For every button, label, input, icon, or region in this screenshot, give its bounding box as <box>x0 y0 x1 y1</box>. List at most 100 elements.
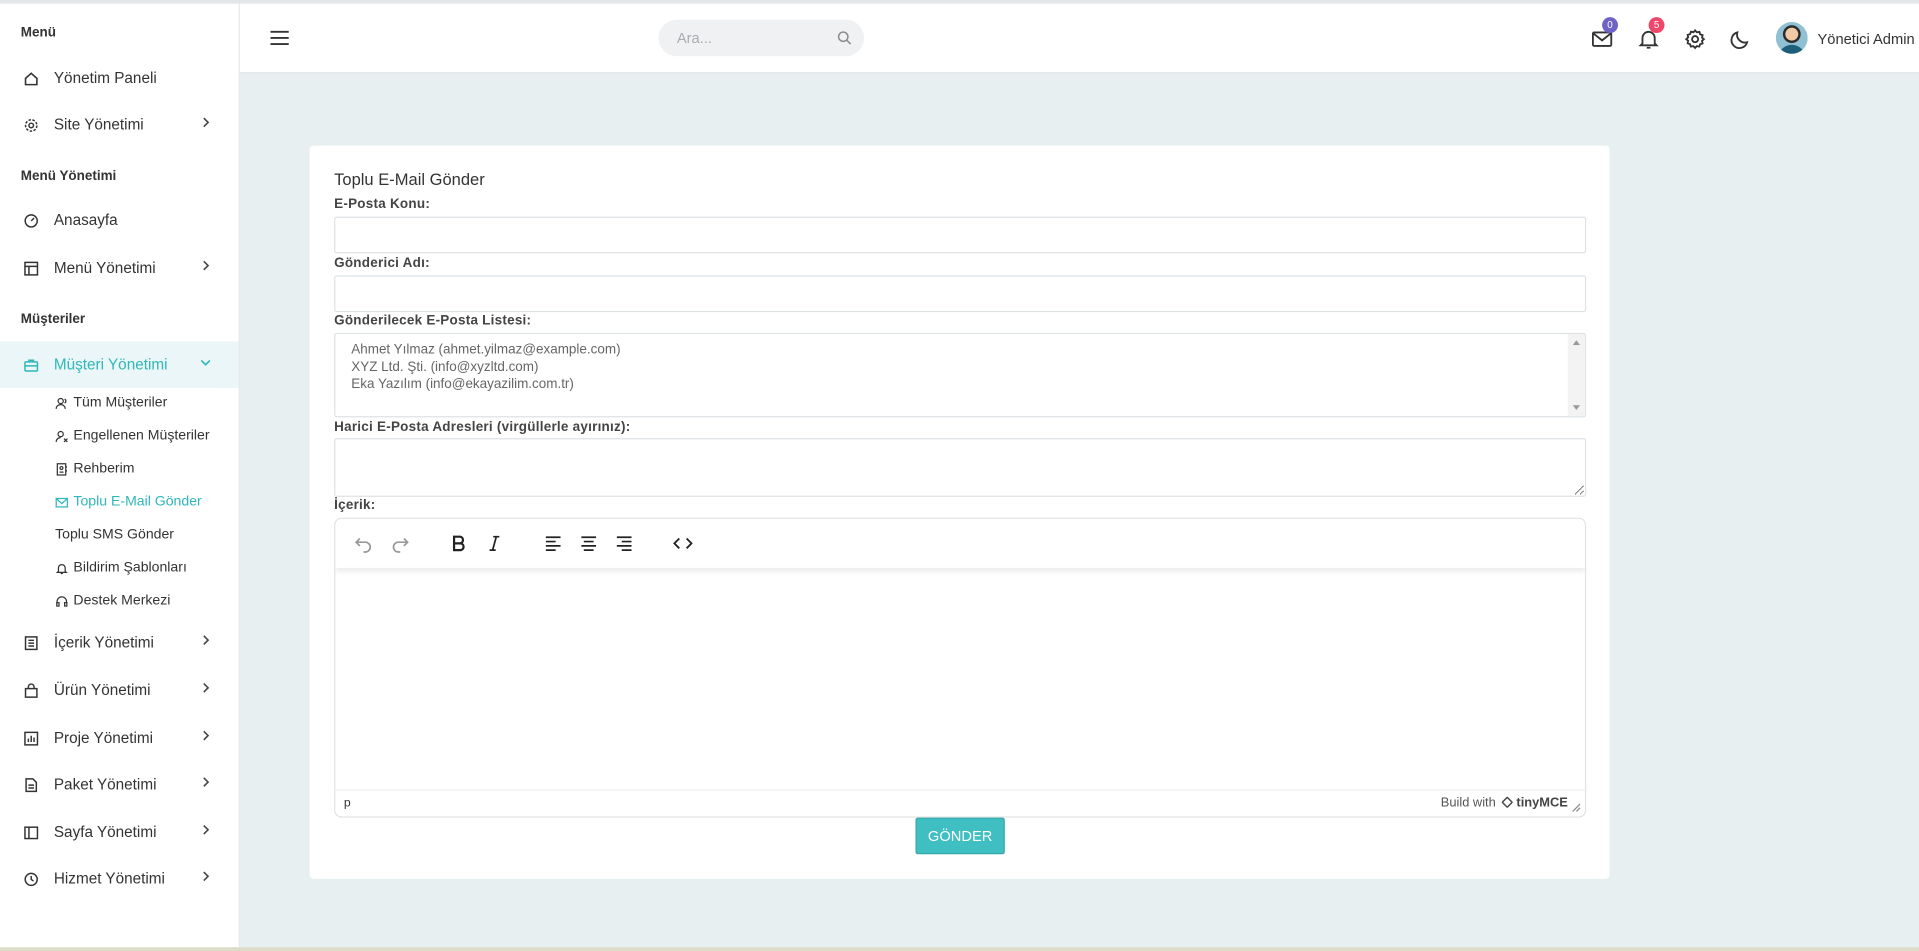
user-x-icon <box>55 429 68 442</box>
subitem-destek-merkezi[interactable]: Destek Merkezi <box>55 589 170 613</box>
sidebar-item-label: Yönetim Paneli <box>53 69 157 87</box>
subitem-toplu-email-gonder[interactable]: Toplu E-Mail Gönder <box>55 490 202 514</box>
bar-chart-icon <box>22 729 39 746</box>
subitem-label: Tüm Müşteriler <box>73 395 168 411</box>
send-button[interactable]: GÖNDER <box>915 817 1005 855</box>
bulk-email-card: Toplu E-Mail Gönder E-Posta Konu: Gönder… <box>309 145 1610 879</box>
notification-count-badge: 5 <box>1648 17 1665 34</box>
gear-icon[interactable] <box>1684 28 1706 50</box>
gear-icon <box>22 116 39 133</box>
app-stage: Menü Yönetim Paneli Site Yönetimi Menü Y… <box>0 0 1919 951</box>
subitem-rehberim[interactable]: Rehberim <box>55 457 134 481</box>
top-header: 0 5 Yönetici Admin <box>239 3 1919 74</box>
external-emails-textarea[interactable] <box>334 438 1587 497</box>
subitem-engellenen-musteriler[interactable]: Engellenen Müşteriler <box>55 423 210 447</box>
redo-icon[interactable] <box>389 532 411 554</box>
sidebar-section-menu-yonetimi: Menü Yönetimi <box>20 168 117 184</box>
layout-icon <box>22 259 39 276</box>
subitem-bildirim-sablonlari[interactable]: Bildirim Şablonları <box>55 556 187 580</box>
sidebar-item-hizmet-yonetimi[interactable]: Hizmet Yönetimi <box>0 856 239 903</box>
align-left-icon[interactable] <box>542 532 564 554</box>
tinymce-logo-icon <box>1501 796 1514 809</box>
sidebar-item-label: İçerik Yönetimi <box>53 633 154 652</box>
subitem-label: Rehberim <box>73 461 135 477</box>
document-list-icon <box>22 634 39 651</box>
chevron-right-icon <box>203 824 210 835</box>
sender-name-label: Gönderici Adı: <box>334 255 430 271</box>
editor-element-path[interactable]: p <box>344 797 351 810</box>
file-icon <box>22 776 39 793</box>
recipient-option[interactable]: Eka Yazılım (info@ekayazilim.com.tr) <box>351 377 574 392</box>
editor-content-area[interactable] <box>335 568 1585 790</box>
scroll-down-arrow-icon[interactable] <box>1572 405 1581 411</box>
list-scrollbar[interactable] <box>1567 334 1585 417</box>
hamburger-menu-icon[interactable] <box>270 29 289 46</box>
avatar[interactable] <box>1775 22 1808 54</box>
recipient-option[interactable]: XYZ Ltd. Şti. (info@xyzltd.com) <box>351 360 538 375</box>
subitem-toplu-sms-gonder[interactable]: Toplu SMS Gönder <box>55 523 174 547</box>
dark-mode-moon-icon[interactable] <box>1729 28 1751 50</box>
sidebar-item-menu-yonetimi[interactable]: Menü Yönetimi <box>0 245 239 292</box>
sidebar-layout-icon <box>22 824 39 841</box>
scroll-up-arrow-icon[interactable] <box>1572 340 1581 346</box>
sidebar-item-paket-yonetimi[interactable]: Paket Yönetimi <box>0 761 239 808</box>
chevron-down-icon <box>200 359 211 366</box>
mail-icon <box>55 495 69 508</box>
sidebar-item-sayfa-yonetimi[interactable]: Sayfa Yönetimi <box>0 809 239 856</box>
subitem-label: Toplu SMS Gönder <box>55 527 175 543</box>
sidebar-item-label: Menü Yönetimi <box>53 259 156 277</box>
sidebar-item-site-yonetimi[interactable]: Site Yönetimi <box>0 102 239 149</box>
user-name[interactable]: Yönetici Admin <box>1817 31 1914 48</box>
chevron-right-icon <box>203 730 210 741</box>
editor-brand-prefix: Build with <box>1440 795 1496 811</box>
search-icon[interactable] <box>837 31 852 46</box>
subitem-label: Engellenen Müşteriler <box>73 428 210 444</box>
briefcase-icon <box>22 356 39 373</box>
undo-icon[interactable] <box>352 532 374 554</box>
subject-input[interactable] <box>334 216 1587 254</box>
search-input[interactable] <box>658 19 865 57</box>
sidebar-item-icerik-yonetimi[interactable]: İçerik Yönetimi <box>0 619 239 666</box>
mail-count-badge: 0 <box>1602 17 1618 34</box>
sidebar-item-musteri-yonetimi[interactable]: Müşteri Yönetimi <box>0 341 239 388</box>
sidebar-item-label: Proje Yönetimi <box>53 729 154 747</box>
users-icon <box>55 396 68 409</box>
sidebar-item-yonetim-paneli[interactable]: Yönetim Paneli <box>0 55 239 102</box>
bottom-border <box>0 947 1919 951</box>
recipient-list-select[interactable]: Ahmet Yılmaz (ahmet.yilmaz@example.com) … <box>334 332 1587 418</box>
recipient-list-label: Gönderilecek E-Posta Listesi: <box>334 313 532 329</box>
subitem-tum-musteriler[interactable]: Tüm Müşteriler <box>55 390 167 414</box>
italic-icon[interactable] <box>483 532 505 554</box>
sidebar-section-menu: Menü <box>20 25 56 41</box>
content-label: İçerik: <box>334 498 376 513</box>
gauge-icon <box>22 212 39 229</box>
chevron-right-icon <box>203 260 210 271</box>
clock-icon <box>22 870 39 887</box>
headset-icon <box>55 594 68 607</box>
external-emails-label: Harici E-Posta Adresleri (virgüllerle ay… <box>334 419 631 435</box>
align-right-icon[interactable] <box>613 532 635 554</box>
editor-branding[interactable]: Build with tinyMCE <box>1441 796 1568 811</box>
sidebar-item-proje-yonetimi[interactable]: Proje Yönetimi <box>0 715 239 762</box>
editor-statusbar: p Build with tinyMCE <box>335 789 1585 816</box>
sidebar-item-urun-yonetimi[interactable]: Ürün Yönetimi <box>0 667 239 714</box>
bold-icon[interactable] <box>448 532 470 554</box>
chevron-right-icon <box>203 871 210 882</box>
source-code-icon[interactable] <box>672 532 694 554</box>
align-center-icon[interactable] <box>578 532 600 554</box>
chevron-right-icon <box>203 777 210 787</box>
resize-handle-icon[interactable] <box>1571 803 1581 813</box>
sidebar-item-label: Anasayfa <box>53 211 118 229</box>
page-title: Toplu E-Mail Gönder <box>334 170 485 189</box>
sidebar-item-label: Ürün Yönetimi <box>53 681 151 699</box>
subject-label: E-Posta Konu: <box>334 197 431 212</box>
sidebar-item-label: Hizmet Yönetimi <box>53 870 165 888</box>
recipient-option[interactable]: Ahmet Yılmaz (ahmet.yilmaz@example.com) <box>351 343 620 358</box>
sidebar-item-label: Müşteri Yönetimi <box>53 356 168 374</box>
subitem-label: Destek Merkezi <box>73 593 171 609</box>
sidebar-item-anasayfa[interactable]: Anasayfa <box>0 197 239 244</box>
chevron-right-icon <box>203 682 210 693</box>
sender-name-input[interactable] <box>334 275 1587 313</box>
chevron-right-icon <box>203 117 210 128</box>
sidebar-item-label: Site Yönetimi <box>53 116 144 134</box>
